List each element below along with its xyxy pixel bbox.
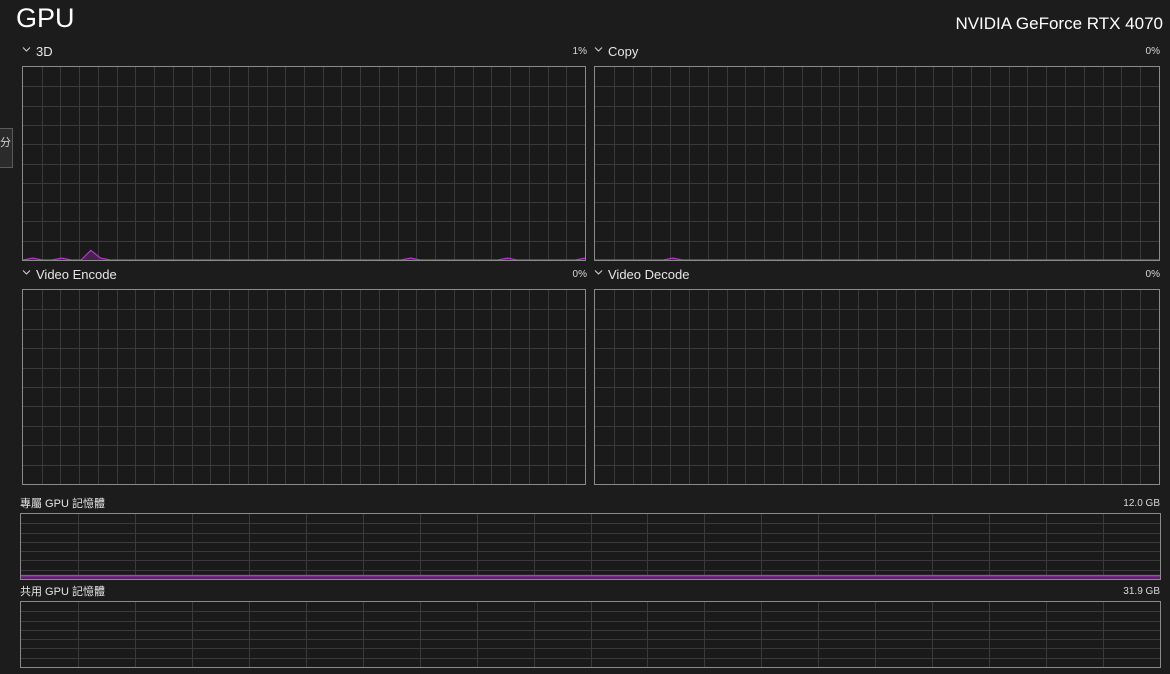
engine-percent: 0% — [572, 269, 587, 280]
side-tab-glyph: 分 — [0, 136, 11, 149]
grid-lines — [595, 67, 1159, 260]
engine-percent: 0% — [1145, 269, 1160, 280]
dedicated-memory-capacity: 12.0 GB — [1123, 498, 1160, 509]
engine-selector-video-encode[interactable]: Video Encode — [22, 267, 117, 283]
chevron-down-icon — [594, 47, 603, 52]
engine-label: Copy — [608, 44, 639, 59]
engine-graph-3d — [22, 66, 586, 261]
engine-graph-video-decode — [594, 289, 1160, 485]
shared-memory-label: 共用 GPU 記憶體 — [20, 586, 105, 598]
engine-percent: 1% — [572, 46, 587, 57]
engine-graph-video-encode — [22, 289, 586, 485]
grid-lines — [23, 290, 585, 484]
dedicated-memory-label: 專屬 GPU 記憶體 — [20, 498, 105, 510]
engine-selector-video-decode[interactable]: Video Decode — [594, 267, 689, 283]
engine-selector-copy[interactable]: Copy — [594, 44, 638, 60]
page-title: GPU — [16, 3, 75, 33]
engine-label: 3D — [36, 44, 53, 59]
gpu-device-name: NVIDIA GeForce RTX 4070 — [955, 14, 1163, 33]
engine-label: Video Decode — [608, 267, 690, 282]
chevron-down-icon — [22, 270, 31, 275]
grid-lines — [595, 290, 1159, 484]
engine-selector-3d[interactable]: 3D — [22, 44, 53, 60]
engine-label: Video Encode — [36, 267, 117, 282]
grid-lines — [21, 514, 1160, 579]
shared-memory-graph — [20, 601, 1161, 668]
dedicated-memory-graph — [20, 513, 1161, 580]
shared-memory-capacity: 31.9 GB — [1123, 586, 1160, 597]
gpu-performance-panel: GPU NVIDIA GeForce RTX 4070 分 3D 1% Copy… — [0, 0, 1170, 674]
chevron-down-icon — [594, 270, 603, 275]
engine-percent: 0% — [1145, 46, 1160, 57]
collapsed-side-tab[interactable]: 分 — [0, 128, 13, 168]
grid-lines — [23, 67, 585, 260]
engine-graph-copy — [594, 66, 1160, 261]
grid-lines — [21, 602, 1160, 667]
chevron-down-icon — [22, 47, 31, 52]
